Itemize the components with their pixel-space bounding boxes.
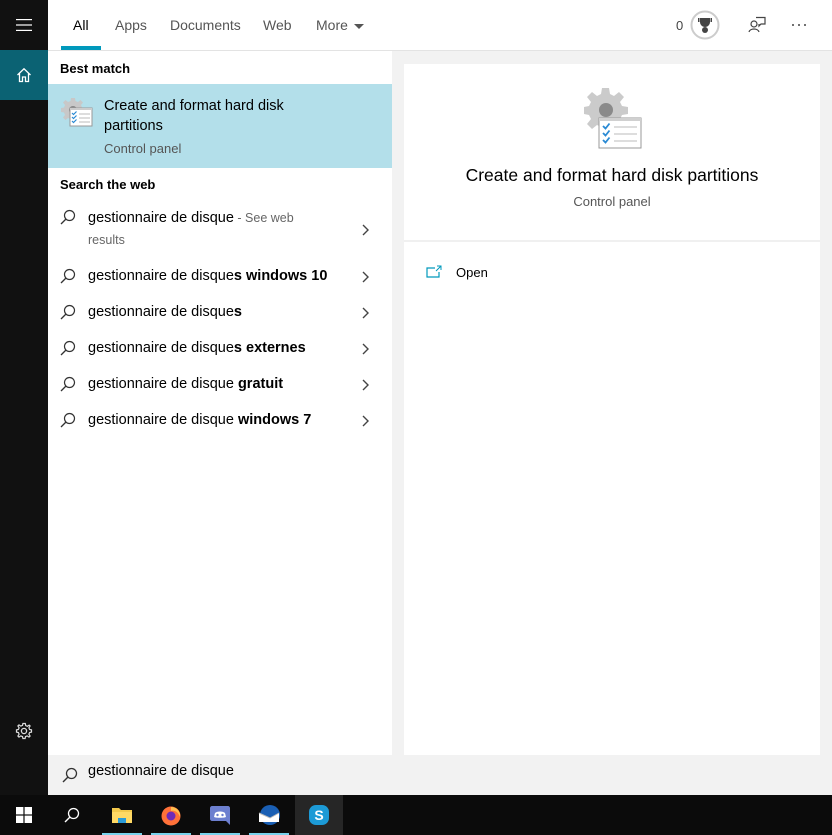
trophy-icon [690, 10, 720, 40]
search-header: All Apps Documents Web More 0 [48, 0, 832, 51]
search-icon [60, 209, 76, 225]
best-match-heading: Best match [60, 61, 131, 76]
web-result-text: gestionnaire de disque windows 7 [88, 412, 311, 428]
tab-all[interactable]: All [61, 0, 100, 50]
sidebar [0, 0, 48, 795]
points-count: 0 [676, 17, 684, 33]
chevron-right-icon[interactable] [360, 306, 370, 320]
home-icon [17, 67, 31, 83]
web-result-row[interactable]: gestionnaire de disque windows 7 [48, 406, 392, 442]
query-prefix: gestionnaire de disque [88, 376, 234, 392]
web-result-text: gestionnaire de disques windows 10 [88, 268, 327, 284]
query-completion: windows 7 [233, 412, 312, 428]
search-icon [60, 340, 76, 356]
gear-icon [15, 722, 33, 740]
home-button[interactable] [0, 50, 48, 100]
query-prefix: gestionnaire de disque [88, 304, 234, 320]
start-button[interactable] [0, 795, 48, 835]
ellipsis-icon [792, 24, 806, 26]
web-result-text: gestionnaire de disque - See web results [88, 207, 318, 251]
skype-icon: S [309, 805, 329, 825]
open-label: Open [456, 264, 488, 280]
tab-web[interactable]: Web [263, 0, 292, 50]
search-icon [60, 268, 76, 284]
chevron-right-icon[interactable] [360, 378, 370, 392]
best-match-result[interactable]: Create and format hard disk partitions C… [48, 84, 392, 168]
chevron-right-icon[interactable] [360, 414, 370, 428]
query-completion: s externes [233, 340, 306, 356]
thunderbird-icon [258, 805, 280, 825]
divider [404, 240, 820, 242]
web-result-row[interactable]: gestionnaire de disques externes [48, 334, 392, 370]
web-result-text: gestionnaire de disques externes [88, 340, 306, 356]
chevron-right-icon[interactable] [360, 270, 370, 284]
windows-search-panel: All Apps Documents Web More 0 Best match… [0, 0, 832, 835]
results-list: Best match Create and format hard disk p… [48, 51, 392, 755]
query-completion: s [233, 304, 242, 320]
control-panel-gear-checklist-icon [584, 88, 642, 149]
query-completion: s windows 10 [233, 268, 328, 284]
taskbar-skype[interactable]: S [295, 795, 343, 835]
search-box[interactable] [48, 755, 832, 795]
tab-documents[interactable]: Documents [170, 0, 241, 50]
web-result-row[interactable]: gestionnaire de disques windows 10 [48, 262, 392, 298]
tab-more[interactable]: More [316, 0, 364, 50]
more-options-button[interactable] [791, 0, 807, 50]
query-completion: gratuit [233, 376, 284, 392]
discord-icon [210, 806, 230, 825]
web-result-row[interactable]: gestionnaire de disque - See web results [48, 203, 392, 261]
feedback-icon [748, 16, 766, 33]
query-prefix: gestionnaire de disque [88, 340, 234, 356]
settings-button[interactable] [0, 708, 48, 754]
rewards-points[interactable]: 0 [676, 0, 720, 50]
taskbar-firefox[interactable] [147, 795, 195, 835]
caret-down-icon [353, 23, 364, 29]
windows-logo-icon [16, 807, 32, 823]
preview-pane: Create and format hard disk partitions C… [404, 64, 820, 755]
web-result-text: gestionnaire de disque gratuit [88, 376, 283, 392]
best-match-subtitle: Control panel [104, 141, 182, 156]
preview-subtitle: Control panel [573, 194, 651, 209]
tab-apps[interactable]: Apps [115, 0, 147, 50]
search-icon [60, 412, 76, 428]
taskbar: S [0, 795, 832, 835]
best-match-title: Create and format hard disk partitions [104, 98, 284, 134]
query-prefix: gestionnaire de disque [88, 210, 234, 226]
folder-icon [112, 808, 132, 823]
search-icon [62, 767, 78, 783]
hamburger-icon [16, 19, 32, 31]
menu-button[interactable] [0, 0, 48, 50]
search-web-heading: Search the web [60, 177, 156, 192]
taskbar-search-button[interactable] [48, 795, 96, 835]
feedback-button[interactable] [748, 0, 766, 50]
search-input[interactable] [88, 763, 688, 779]
preview-title: Create and format hard disk partitions [465, 165, 759, 185]
search-icon [60, 304, 76, 320]
open-action[interactable]: Open [426, 260, 488, 284]
query-prefix: gestionnaire de disque [88, 268, 234, 284]
taskbar-discord[interactable] [196, 795, 244, 835]
web-result-row[interactable]: gestionnaire de disque gratuit [48, 370, 392, 406]
search-icon [60, 376, 76, 392]
search-icon [64, 807, 80, 823]
control-panel-gear-checklist-icon [61, 98, 93, 127]
svg-text:S: S [314, 807, 323, 823]
query-prefix: gestionnaire de disque [88, 412, 234, 428]
web-result-row[interactable]: gestionnaire de disques [48, 298, 392, 334]
chevron-right-icon[interactable] [360, 342, 370, 356]
taskbar-thunderbird[interactable] [245, 795, 293, 835]
open-external-icon [426, 265, 442, 278]
taskbar-file-explorer[interactable] [98, 795, 146, 835]
chevron-right-icon[interactable] [360, 223, 370, 237]
web-result-text: gestionnaire de disques [88, 304, 242, 320]
firefox-icon [161, 806, 181, 826]
